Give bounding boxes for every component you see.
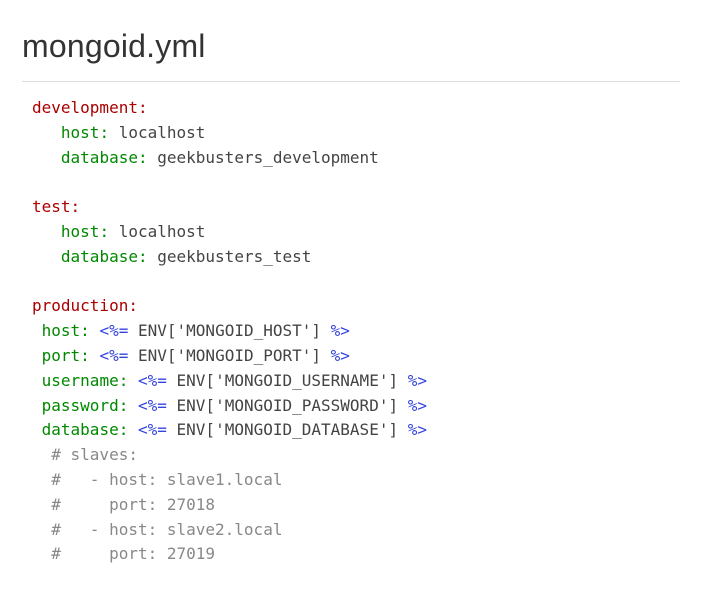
yaml-comment: # slaves: xyxy=(51,445,138,464)
page-title: mongoid.yml xyxy=(22,28,680,65)
erb-close: %> xyxy=(408,371,427,390)
document-container: mongoid.yml development: host: localhost… xyxy=(0,0,702,587)
erb-open: <%= xyxy=(138,371,167,390)
yaml-key: username: xyxy=(42,371,129,390)
erb-mid: ENV['MONGOID_PASSWORD'] xyxy=(177,396,399,415)
yaml-key: host: xyxy=(61,222,109,241)
yaml-key: password: xyxy=(42,396,129,415)
yaml-key: port: xyxy=(42,346,90,365)
erb-close: %> xyxy=(331,346,350,365)
yaml-comment: # port: 27019 xyxy=(51,544,215,563)
yaml-key: database: xyxy=(61,148,148,167)
yaml-value: geekbusters_development xyxy=(157,148,379,167)
erb-open: <%= xyxy=(138,420,167,439)
erb-mid: ENV['MONGOID_DATABASE'] xyxy=(177,420,399,439)
erb-mid: ENV['MONGOID_HOST'] xyxy=(138,321,321,340)
erb-close: %> xyxy=(408,396,427,415)
yaml-key: database: xyxy=(61,247,148,266)
yaml-value: localhost xyxy=(119,222,206,241)
erb-mid: ENV['MONGOID_PORT'] xyxy=(138,346,321,365)
yaml-key: host: xyxy=(42,321,90,340)
yaml-value: geekbusters_test xyxy=(157,247,311,266)
erb-open: <%= xyxy=(99,321,128,340)
yaml-key: development: xyxy=(32,98,148,117)
yaml-key: database: xyxy=(42,420,129,439)
erb-close: %> xyxy=(408,420,427,439)
yaml-comment: # port: 27018 xyxy=(51,495,215,514)
erb-open: <%= xyxy=(138,396,167,415)
code-block: development: host: localhost database: g… xyxy=(22,96,680,567)
yaml-key: production: xyxy=(32,296,138,315)
yaml-comment: # - host: slave2.local xyxy=(51,520,282,539)
yaml-comment: # - host: slave1.local xyxy=(51,470,282,489)
yaml-value: localhost xyxy=(119,123,206,142)
divider xyxy=(22,81,680,82)
yaml-key: host: xyxy=(61,123,109,142)
erb-open: <%= xyxy=(99,346,128,365)
erb-close: %> xyxy=(331,321,350,340)
yaml-key: test: xyxy=(32,197,80,216)
erb-mid: ENV['MONGOID_USERNAME'] xyxy=(177,371,399,390)
